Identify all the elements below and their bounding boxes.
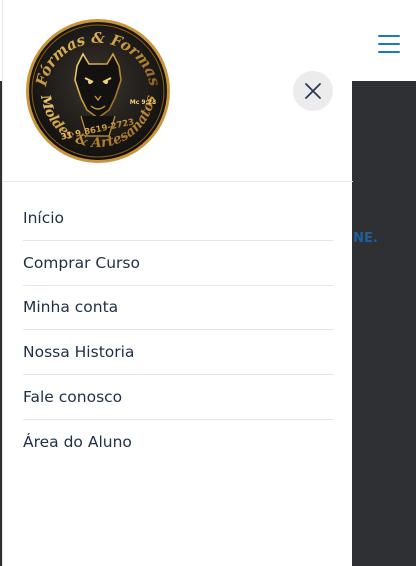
menu-item-inicio[interactable]: Início bbox=[23, 196, 333, 241]
close-icon bbox=[305, 83, 321, 99]
menu-item-nossa-historia[interactable]: Nossa Historia bbox=[23, 330, 333, 376]
close-drawer-button[interactable] bbox=[293, 71, 333, 111]
menu-item-area-do-aluno[interactable]: Área do Aluno bbox=[23, 420, 333, 465]
side-drawer: Fórmas & Formas Moldes & Artesanatos Mc … bbox=[2, 0, 353, 566]
menu-item-fale-conosco[interactable]: Fale conosco bbox=[23, 375, 333, 420]
logo-verse: Mc 9:23 bbox=[130, 99, 157, 106]
hamburger-menu-icon[interactable] bbox=[378, 35, 400, 53]
menu-item-minha-conta[interactable]: Minha conta bbox=[23, 286, 333, 331]
site-logo[interactable]: Fórmas & Formas Moldes & Artesanatos Mc … bbox=[25, 18, 171, 164]
menu-item-comprar-curso[interactable]: Comprar Curso bbox=[23, 241, 333, 286]
drawer-menu: Início Comprar Curso Minha conta Nossa H… bbox=[23, 196, 333, 465]
drawer-header: Fórmas & Formas Moldes & Artesanatos Mc … bbox=[3, 0, 353, 182]
